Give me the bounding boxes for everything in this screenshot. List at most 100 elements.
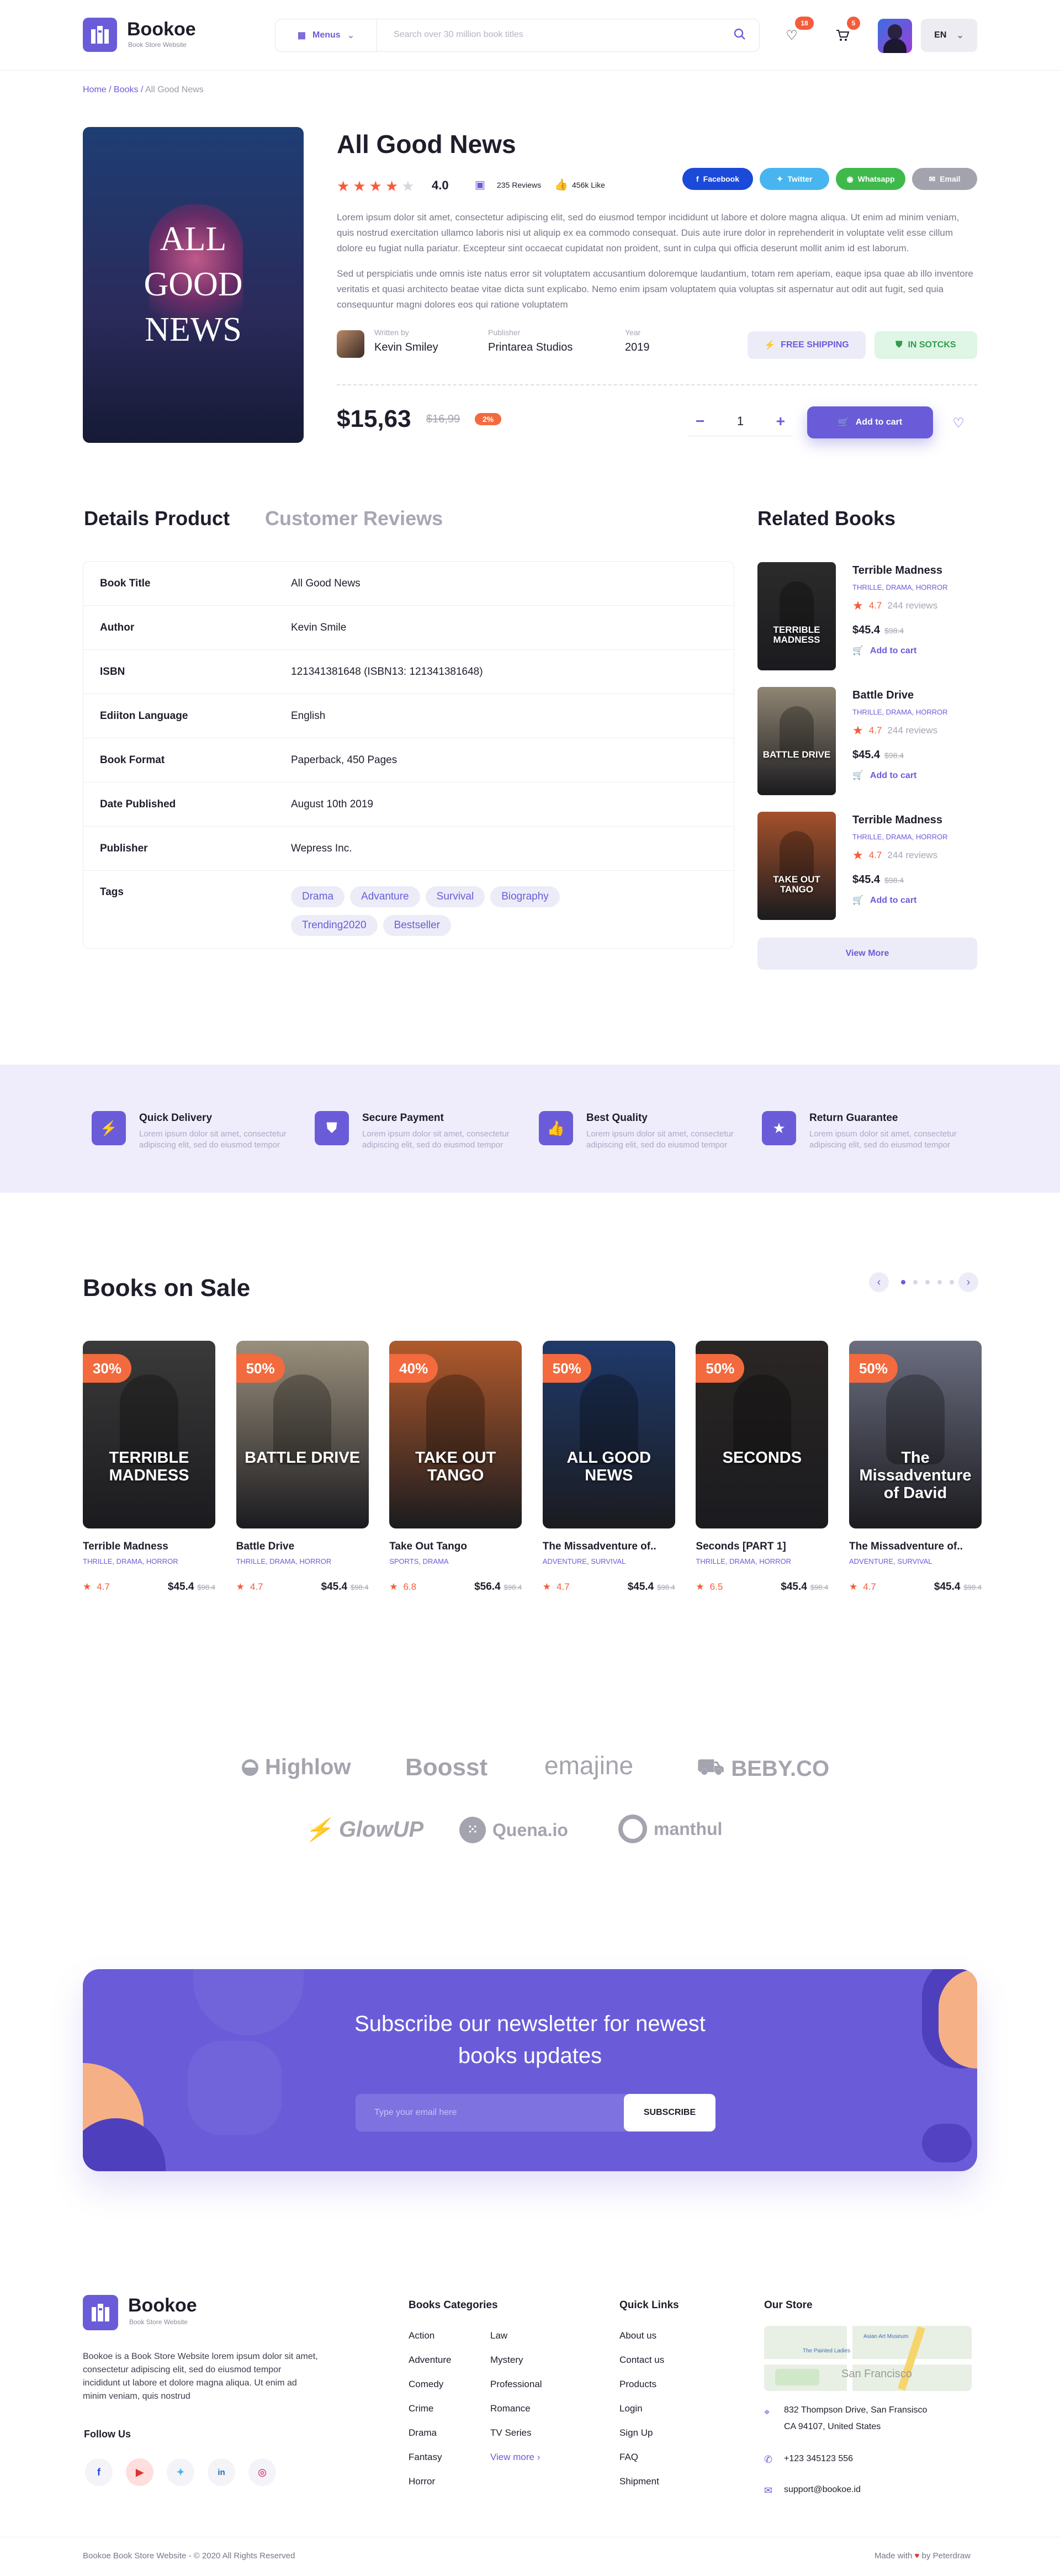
sale-book-card[interactable]: TAKE OUT TANGO 40% Take Out Tango SPORTS, D…	[389, 1341, 522, 1593]
sale-book-card[interactable]: SECONDS 50% Seconds [PART 1] THRILLE, DRAMA…	[696, 1341, 829, 1593]
carousel-prev-button[interactable]: ‹	[869, 1272, 889, 1292]
related-book-cover[interactable]: TAKE OUT TANGO	[757, 812, 836, 920]
quick-link[interactable]: Shipment	[619, 2476, 659, 2487]
twitter-icon[interactable]: ✦	[167, 2458, 194, 2486]
related-book-card[interactable]: TERRIBLE MADNESS Terrible Madness THRILLE,…	[757, 562, 978, 673]
sale-book-cover[interactable]: ALL GOOD NEWS 50%	[542, 1341, 675, 1528]
sale-book-cover[interactable]: The Missadventure of David 50%	[849, 1341, 982, 1528]
category-link[interactable]: Romance	[490, 2403, 531, 2414]
subscribe-button[interactable]: SUBSCRIBE	[624, 2094, 716, 2131]
store-phone[interactable]: +123 345123 556	[784, 2454, 853, 2464]
tag[interactable]: Drama	[291, 886, 345, 907]
menus-button[interactable]: ▦ Menus ⌄	[275, 19, 377, 51]
carousel-dot[interactable]	[901, 1280, 905, 1284]
category-link[interactable]: Adventure	[409, 2355, 452, 2366]
tab-customer-reviews[interactable]: Customer Reviews	[265, 507, 443, 530]
youtube-icon[interactable]: ▶	[126, 2458, 153, 2486]
add-to-cart-button[interactable]: 🛒 Add to cart	[807, 406, 933, 438]
category-link[interactable]: Comedy	[409, 2379, 443, 2390]
tag[interactable]: Survival	[425, 886, 485, 907]
related-book-card[interactable]: BATTLE DRIVE Battle Drive THRILLE, DRAMA, …	[757, 687, 978, 797]
categories-view-more-link[interactable]: View more ›	[490, 2452, 540, 2463]
language-select[interactable]: EN ⌄	[921, 19, 977, 52]
view-more-button[interactable]: View More	[757, 938, 977, 970]
carousel-dot[interactable]	[925, 1280, 930, 1284]
carousel-dot[interactable]	[937, 1280, 942, 1284]
share-facebook-button[interactable]: f Facebook	[682, 168, 753, 190]
share-twitter-button[interactable]: ✦ Twitter	[760, 168, 829, 190]
avatar[interactable]	[878, 19, 912, 53]
tag[interactable]: Bestseller	[383, 915, 451, 936]
category-link[interactable]: Drama	[409, 2427, 437, 2439]
author-name[interactable]: Kevin Smiley	[374, 341, 438, 354]
review-count[interactable]: 235 Reviews	[497, 181, 541, 189]
category-link[interactable]: Action	[409, 2330, 434, 2341]
category-link[interactable]: Law	[490, 2330, 507, 2341]
category-link[interactable]: Professional	[490, 2379, 542, 2390]
related-book-title[interactable]: Terrible Madness	[852, 564, 942, 577]
store-map[interactable]: Asian Art Museum The Painted Ladies San …	[764, 2326, 972, 2391]
sale-book-title[interactable]: Battle Drive	[236, 1541, 369, 1553]
related-book-title[interactable]: Battle Drive	[852, 689, 914, 702]
related-book-title[interactable]: Terrible Madness	[852, 814, 942, 827]
sale-book-cover[interactable]: BATTLE DRIVE 50%	[236, 1341, 369, 1528]
sale-book-cover[interactable]: TAKE OUT TANGO 40%	[389, 1341, 522, 1528]
tag[interactable]: Advanture	[350, 886, 420, 907]
facebook-icon[interactable]: f	[85, 2458, 113, 2486]
carousel-dot[interactable]	[913, 1280, 918, 1284]
minus-button[interactable]: −	[688, 412, 712, 430]
quick-link[interactable]: Sign Up	[619, 2427, 653, 2439]
add-to-cart-link[interactable]: 🛒 Add to cart	[852, 895, 916, 906]
category-link[interactable]: Horror	[409, 2476, 435, 2487]
add-to-cart-link[interactable]: 🛒 Add to cart	[852, 770, 916, 781]
carousel-next-button[interactable]: ›	[958, 1272, 978, 1292]
quick-link[interactable]: FAQ	[619, 2452, 638, 2463]
linkedin-icon[interactable]: in	[208, 2458, 235, 2486]
quick-link[interactable]: Products	[619, 2379, 656, 2390]
related-book-cover[interactable]: BATTLE DRIVE	[757, 687, 836, 795]
search-input[interactable]: Search over 30 million book titles	[394, 30, 523, 40]
like-count[interactable]: 456k Like	[572, 181, 605, 189]
plus-button[interactable]: +	[768, 412, 793, 430]
sale-book-cover[interactable]: SECONDS 50%	[696, 1341, 829, 1528]
sale-book-title[interactable]: Take Out Tango	[389, 1541, 522, 1553]
instagram-icon[interactable]: ◎	[248, 2458, 276, 2486]
breadcrumb-home[interactable]: Home	[83, 85, 107, 94]
logo-icon[interactable]	[83, 18, 117, 52]
breadcrumb-books[interactable]: Books	[114, 85, 138, 94]
made-with: Made with ♥ by Peterdraw	[875, 2551, 971, 2561]
wishlist-heart-button[interactable]: ♡	[945, 410, 972, 436]
category-link[interactable]: Mystery	[490, 2355, 523, 2366]
store-email[interactable]: support@bookoe.id	[784, 2485, 861, 2495]
add-to-cart-link[interactable]: 🛒 Add to cart	[852, 645, 916, 656]
carousel-dot[interactable]	[950, 1280, 954, 1284]
footer-logo-icon[interactable]	[83, 2295, 118, 2330]
tag[interactable]: Trending2020	[291, 915, 378, 936]
tab-details-product[interactable]: Details Product	[84, 507, 230, 530]
quick-link[interactable]: Contact us	[619, 2355, 664, 2366]
newsletter-email-input[interactable]: Type your email here	[356, 2094, 626, 2131]
related-book-cover[interactable]: TERRIBLE MADNESS	[757, 562, 836, 670]
share-email-button[interactable]: ✉ Email	[912, 168, 977, 190]
quick-link[interactable]: About us	[619, 2330, 656, 2341]
category-link[interactable]: Fantasy	[409, 2452, 442, 2463]
sale-book-card[interactable]: BATTLE DRIVE 50% Battle Drive THRILLE, DRAM…	[236, 1341, 369, 1593]
sale-book-title[interactable]: The Missadventure of..	[543, 1541, 675, 1553]
product-description: Lorem ipsum dolor sit amet, consectetur …	[337, 212, 960, 253]
search-icon[interactable]	[733, 27, 747, 44]
sale-book-title[interactable]: The Missadventure of..	[849, 1541, 982, 1553]
related-book-card[interactable]: TAKE OUT TANGO Terrible Madness THRILLE, D…	[757, 812, 978, 922]
sale-book-title[interactable]: Terrible Madness	[83, 1541, 215, 1553]
share-whatsapp-button[interactable]: ◉ Whatsapp	[836, 168, 905, 190]
sale-book-card[interactable]: The Missadventure of David 50% The Missadv…	[849, 1341, 982, 1593]
sale-book-title[interactable]: Seconds [PART 1]	[696, 1541, 828, 1553]
category-link[interactable]: TV Series	[490, 2427, 532, 2439]
sale-book-card[interactable]: ALL GOOD NEWS 50% The Missadventure of.. AD…	[542, 1341, 675, 1593]
cart-icon: 🛒	[852, 896, 863, 905]
quantity-value[interactable]: 1	[737, 414, 744, 429]
sale-book-card[interactable]: TERRIBLE MADNESS 30% Terrible Madness THRIL…	[83, 1341, 215, 1593]
category-link[interactable]: Crime	[409, 2403, 433, 2414]
tag[interactable]: Biography	[490, 886, 560, 907]
sale-book-cover[interactable]: TERRIBLE MADNESS 30%	[83, 1341, 215, 1528]
quick-link[interactable]: Login	[619, 2403, 643, 2414]
